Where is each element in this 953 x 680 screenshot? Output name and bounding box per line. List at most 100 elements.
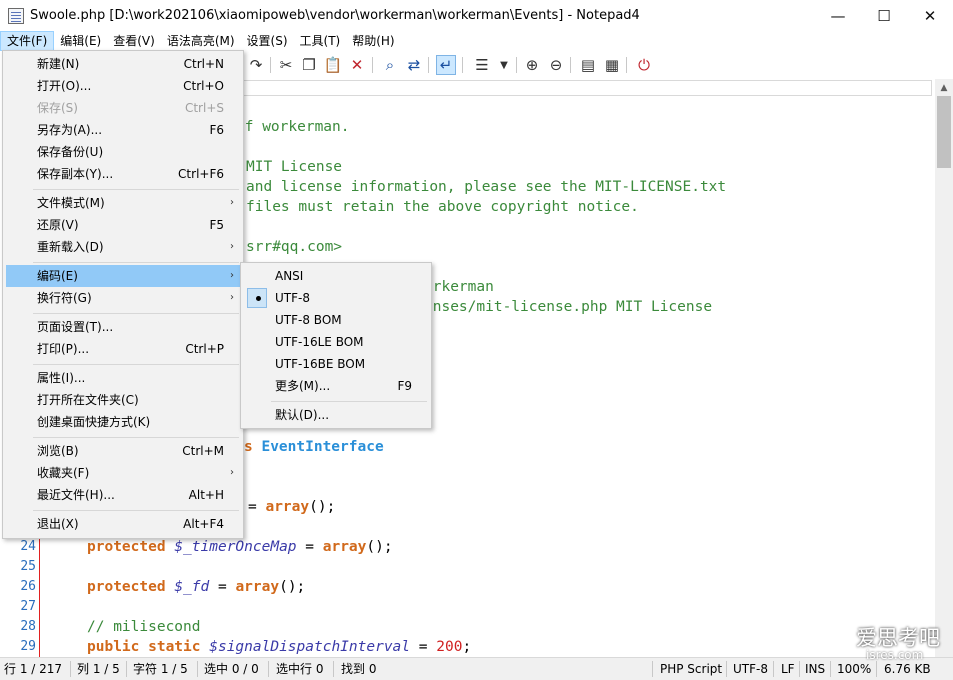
menu-item-page-setup[interactable]: 页面设置(T)... xyxy=(6,316,240,338)
vertical-scrollbar[interactable]: ▲ xyxy=(935,79,953,657)
line-number: 25 xyxy=(20,559,36,574)
line-number: 28 xyxy=(20,619,36,634)
menu-item-print[interactable]: 打印(P)... Ctrl+P xyxy=(6,338,240,360)
menu-item-open-folder[interactable]: 打开所在文件夹(C) xyxy=(6,389,240,411)
notepad-app-icon xyxy=(8,7,24,24)
menu-settings[interactable]: 设置(S) xyxy=(241,31,294,51)
status-divider xyxy=(126,661,127,677)
menu-item-recent-files[interactable]: 最近文件(H)... Alt+H xyxy=(6,484,240,506)
menu-item-ansi[interactable]: ANSI xyxy=(244,265,428,287)
cut-icon[interactable]: ✂ xyxy=(276,55,296,75)
copy-icon[interactable]: ❐ xyxy=(299,55,319,75)
menu-item-browse[interactable]: 浏览(B) Ctrl+M xyxy=(6,440,240,462)
menu-item-file-mode[interactable]: 文件模式(M) › xyxy=(6,192,240,214)
menu-item-revert[interactable]: 还原(V) F5 xyxy=(6,214,240,236)
menu-item-encoding[interactable]: 编码(E) › xyxy=(6,265,240,287)
toolbar-separator xyxy=(516,57,517,73)
status-divider xyxy=(268,661,269,677)
close-button[interactable]: ✕ xyxy=(907,0,953,31)
status-divider xyxy=(830,661,831,677)
status-divider xyxy=(197,661,198,677)
menu-help[interactable]: 帮助(H) xyxy=(346,31,400,51)
chevron-right-icon: › xyxy=(230,292,234,303)
watermark-url: isres.com xyxy=(866,648,924,662)
line-number: 26 xyxy=(20,579,36,594)
status-selected-lines: 选中行 0 xyxy=(276,662,324,676)
menu-separator xyxy=(33,262,239,263)
toolbar-separator xyxy=(626,57,627,73)
status-line: 行 1 / 217 xyxy=(4,662,63,676)
scheme-icon[interactable]: ☰ xyxy=(472,55,492,75)
menu-item-line-ending[interactable]: 换行符(G) › xyxy=(6,287,240,309)
status-encoding[interactable]: UTF-8 xyxy=(733,658,768,680)
paste-icon[interactable]: 📋 xyxy=(323,55,343,75)
status-ins[interactable]: INS xyxy=(805,658,825,680)
exit-icon[interactable]: ⏻ xyxy=(634,55,654,75)
menu-file[interactable]: 文件(F) xyxy=(0,31,55,51)
menu-item-reload[interactable]: 重新载入(D) › xyxy=(6,236,240,258)
menu-item-desktop-shortcut[interactable]: 创建桌面快捷方式(K) xyxy=(6,411,240,433)
code-line: protected $_fd = array(); xyxy=(87,579,306,595)
menu-separator xyxy=(33,364,239,365)
code-line: // milisecond xyxy=(87,619,201,635)
status-divider xyxy=(773,661,774,677)
menu-item-exit[interactable]: 退出(X) Alt+F4 xyxy=(6,513,240,535)
menu-item-open[interactable]: 打开(O)... Ctrl+O xyxy=(6,75,240,97)
status-eol[interactable]: LF xyxy=(781,658,795,680)
code-line: MIT License xyxy=(246,159,343,175)
menu-bar: 文件(F) 编辑(E) 查看(V) 语法高亮(M) 设置(S) 工具(T) 帮助… xyxy=(0,31,953,51)
menu-item-utf8-bom[interactable]: UTF-8 BOM xyxy=(244,309,428,331)
menu-edit[interactable]: 编辑(E) xyxy=(54,31,107,51)
zoom-out-icon[interactable]: ⊖ xyxy=(546,55,566,75)
status-language[interactable]: PHP Script xyxy=(660,658,722,680)
maximize-button[interactable]: ☐ xyxy=(861,0,907,31)
code-line: = array(); xyxy=(248,499,336,515)
menu-item-default-encoding[interactable]: 默认(D)... xyxy=(244,404,428,426)
code-line: orkerman xyxy=(424,279,494,295)
scrollbar-thumb[interactable] xyxy=(937,96,951,168)
line-number: 27 xyxy=(20,599,36,614)
menu-item-save-copy[interactable]: 保存副本(Y)... Ctrl+F6 xyxy=(6,163,240,185)
code-line: srr#qq.com> xyxy=(246,239,343,255)
tab-strip xyxy=(232,80,932,96)
find-icon[interactable]: ⌕ xyxy=(380,55,400,75)
menu-item-more-encodings[interactable]: 更多(M)... F9 xyxy=(244,375,428,397)
chevron-down-icon[interactable]: ▼ xyxy=(494,55,514,75)
status-divider xyxy=(70,661,71,677)
menu-item-save-as[interactable]: 另存为(A)... F6 xyxy=(6,119,240,141)
scroll-up-icon[interactable]: ▲ xyxy=(935,79,953,96)
redo-icon[interactable]: ↷ xyxy=(246,55,266,75)
menu-syntax[interactable]: 语法高亮(M) xyxy=(161,31,241,51)
code-line: enses/mit-license.php MIT License xyxy=(424,299,713,315)
status-found: 找到 0 xyxy=(341,662,377,676)
menu-item-new[interactable]: 新建(N) Ctrl+N xyxy=(6,53,240,75)
chevron-right-icon: › xyxy=(230,197,234,208)
menu-item-favorites[interactable]: 收藏夹(F) › xyxy=(6,462,240,484)
status-bar: 行 1 / 217 列 1 / 5 字符 1 / 5 选中 0 / 0 选中行 … xyxy=(0,657,953,680)
zoom-in-icon[interactable]: ⊕ xyxy=(522,55,542,75)
menu-item-save-backup[interactable]: 保存备份(U) xyxy=(6,141,240,163)
menu-item-properties[interactable]: 属性(I)... xyxy=(6,367,240,389)
menu-item-utf8[interactable]: UTF-8 xyxy=(244,287,428,309)
chevron-right-icon: › xyxy=(230,270,234,281)
menu-item-save[interactable]: 保存(S) Ctrl+S xyxy=(6,97,240,119)
menu-item-utf16le-bom[interactable]: UTF-16LE BOM xyxy=(244,331,428,353)
minimize-button[interactable]: — xyxy=(815,0,861,31)
status-divider xyxy=(726,661,727,677)
line-number: 29 xyxy=(20,639,36,654)
status-divider xyxy=(876,661,877,677)
toolbar-separator xyxy=(462,57,463,73)
chevron-right-icon: › xyxy=(230,241,234,252)
code-line: files must retain the above copyright no… xyxy=(246,199,639,215)
line-number: 24 xyxy=(20,539,36,554)
page-setup-icon[interactable]: ▤ xyxy=(578,55,598,75)
delete-icon[interactable]: ✕ xyxy=(347,55,367,75)
menu-item-utf16be-bom[interactable]: UTF-16BE BOM xyxy=(244,353,428,375)
menu-tools[interactable]: 工具(T) xyxy=(294,31,347,51)
menu-view[interactable]: 查看(V) xyxy=(107,31,161,51)
replace-icon[interactable]: ⇄ xyxy=(404,55,424,75)
word-wrap-icon[interactable]: ↵ xyxy=(436,55,456,75)
settings-save-icon[interactable]: ▦ xyxy=(602,55,622,75)
toolbar-separator xyxy=(372,57,373,73)
window-controls: — ☐ ✕ xyxy=(815,0,953,31)
